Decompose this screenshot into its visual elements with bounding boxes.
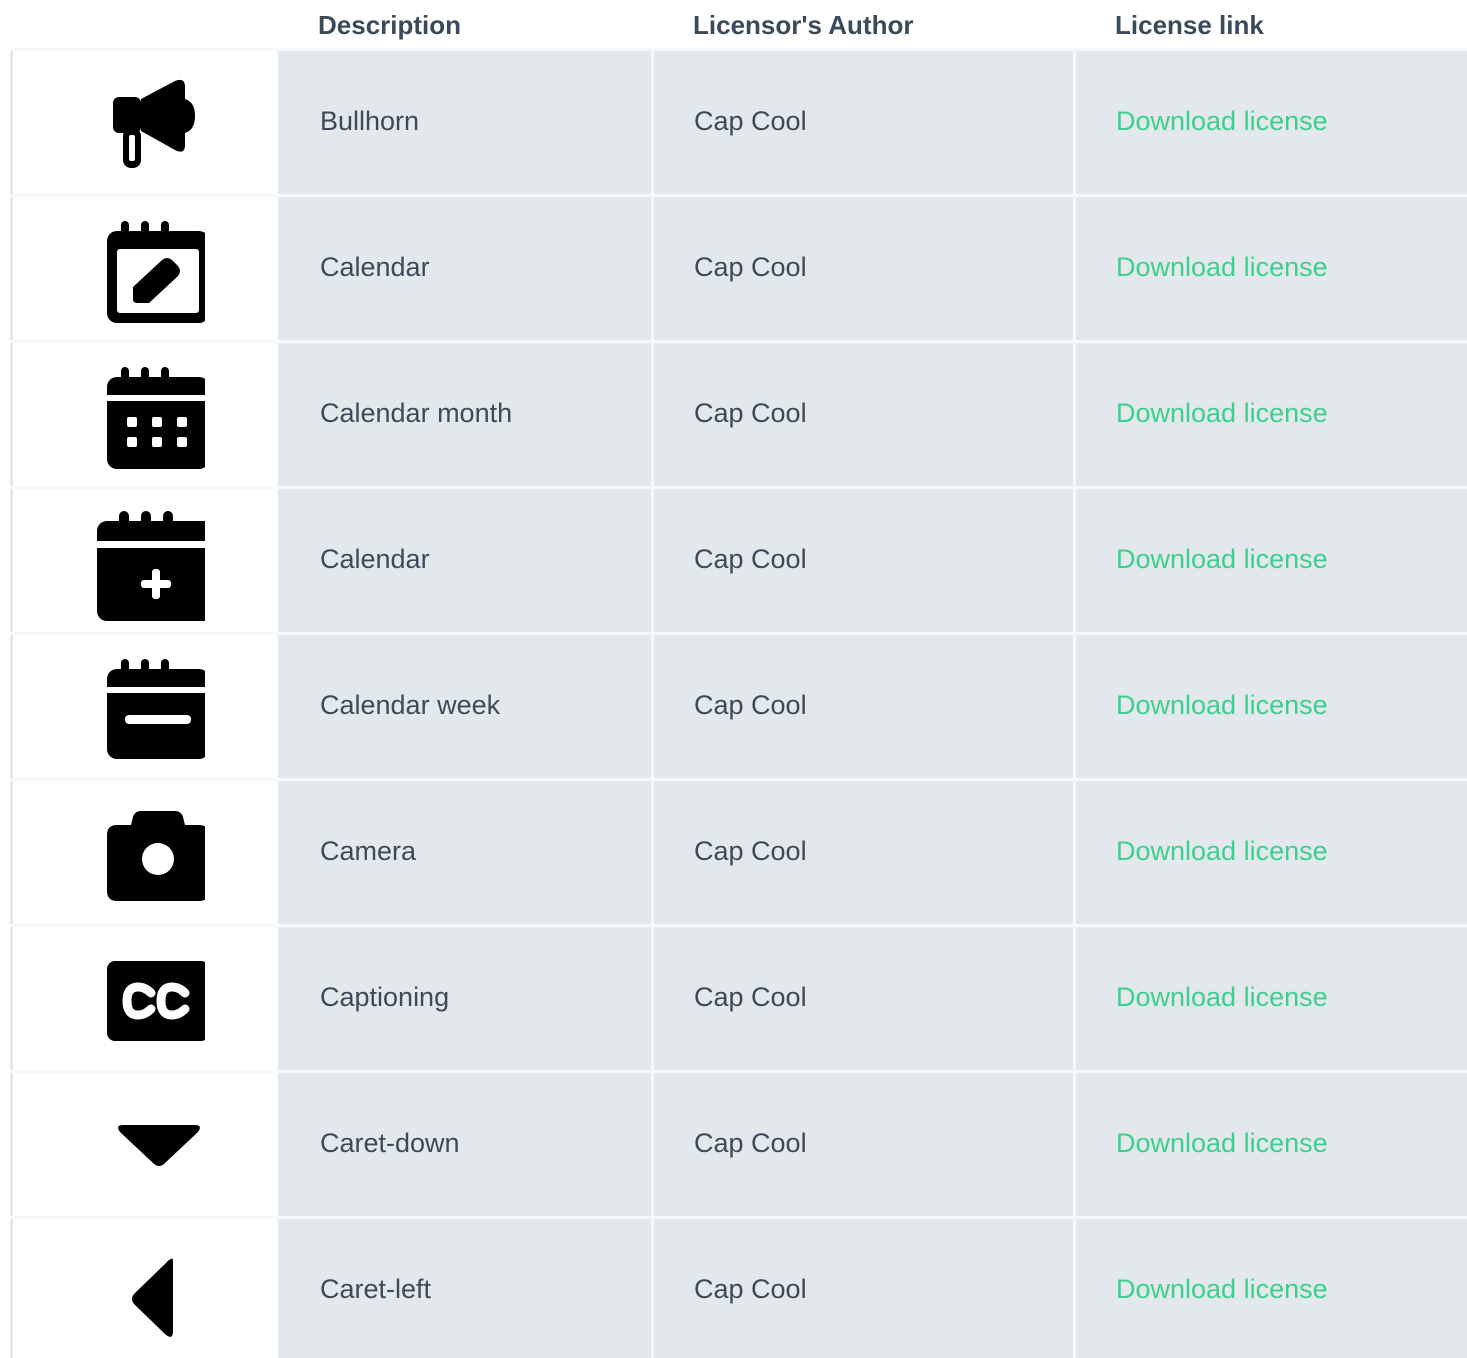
description-text: Captioning xyxy=(320,982,450,1012)
license-page: Description Licensor's Author License li… xyxy=(0,0,1467,1358)
author-text: Cap Cool xyxy=(694,106,807,136)
caret-down-icon xyxy=(85,1095,205,1205)
author-cell: Cap Cool xyxy=(654,51,1072,194)
description-text: Calendar week xyxy=(320,690,501,720)
description-cell: Calendar xyxy=(278,489,650,632)
calendar-month-icon xyxy=(85,365,205,475)
description-cell: Captioning xyxy=(278,927,650,1070)
author-text: Cap Cool xyxy=(694,1128,807,1158)
license-table: Bullhorn Cap Cool Download license Calen… xyxy=(10,48,1467,1358)
author-cell: Cap Cool xyxy=(654,197,1072,340)
column-header-description: Description xyxy=(318,10,462,40)
author-text: Cap Cool xyxy=(694,1274,807,1304)
author-cell: Cap Cool xyxy=(654,927,1072,1070)
bullhorn-icon xyxy=(85,73,205,183)
license-link-cell: Download license xyxy=(1076,51,1467,194)
download-license-link[interactable]: Download license xyxy=(1116,982,1328,1013)
author-text: Cap Cool xyxy=(694,982,807,1012)
table-header: Description Licensor's Author License li… xyxy=(0,0,1467,50)
license-link-cell: Download license xyxy=(1076,635,1467,778)
license-link-cell: Download license xyxy=(1076,1073,1467,1216)
license-link-cell: Download license xyxy=(1076,343,1467,486)
license-link-cell: Download license xyxy=(1076,197,1467,340)
description-cell: Caret-left xyxy=(278,1219,650,1358)
license-link-cell: Download license xyxy=(1076,489,1467,632)
icon-cell xyxy=(13,489,277,632)
author-cell: Cap Cool xyxy=(654,343,1072,486)
icon-cell xyxy=(13,197,277,340)
author-text: Cap Cool xyxy=(694,252,807,282)
caret-left-icon xyxy=(85,1241,205,1351)
description-cell: Calendar xyxy=(278,197,650,340)
download-license-link[interactable]: Download license xyxy=(1116,1274,1328,1305)
author-cell: Cap Cool xyxy=(654,1073,1072,1216)
download-license-link[interactable]: Download license xyxy=(1116,398,1328,429)
table-row: Camera Cap Cool Download license xyxy=(10,778,1467,924)
table-row: Captioning Cap Cool Download license xyxy=(10,924,1467,1070)
author-text: Cap Cool xyxy=(694,690,807,720)
author-text: Cap Cool xyxy=(694,836,807,866)
calendar-plus-icon xyxy=(85,511,205,621)
description-cell: Calendar month xyxy=(278,343,650,486)
icon-cell xyxy=(13,343,277,486)
license-link-cell: Download license xyxy=(1076,927,1467,1070)
download-license-link[interactable]: Download license xyxy=(1116,106,1328,137)
column-header-license-link: License link xyxy=(1115,10,1264,40)
license-link-cell: Download license xyxy=(1076,781,1467,924)
table-row: Calendar Cap Cool Download license xyxy=(10,194,1467,340)
icon-cell xyxy=(13,1073,277,1216)
author-text: Cap Cool xyxy=(694,544,807,574)
calendar-week-icon xyxy=(85,657,205,767)
description-cell: Bullhorn xyxy=(278,51,650,194)
description-text: Bullhorn xyxy=(320,106,420,136)
table-row: Caret-left Cap Cool Download license xyxy=(10,1216,1467,1358)
author-text: Cap Cool xyxy=(694,398,807,428)
license-link-cell: Download license xyxy=(1076,1219,1467,1358)
author-cell: Cap Cool xyxy=(654,781,1072,924)
description-text: Calendar month xyxy=(320,398,513,428)
table-row: Calendar Cap Cool Download license xyxy=(10,486,1467,632)
calendar-edit-icon xyxy=(85,219,205,329)
author-cell: Cap Cool xyxy=(654,489,1072,632)
author-cell: Cap Cool xyxy=(654,1219,1072,1358)
column-header-author: Licensor's Author xyxy=(693,10,914,40)
description-cell: Camera xyxy=(278,781,650,924)
author-cell: Cap Cool xyxy=(654,635,1072,778)
download-license-link[interactable]: Download license xyxy=(1116,1128,1328,1159)
description-text: Caret-down xyxy=(320,1128,460,1158)
table-row: Calendar week Cap Cool Download license xyxy=(10,632,1467,778)
icon-cell xyxy=(13,635,277,778)
icon-cell xyxy=(13,51,277,194)
icon-cell xyxy=(13,781,277,924)
download-license-link[interactable]: Download license xyxy=(1116,252,1328,283)
captioning-icon xyxy=(85,949,205,1059)
download-license-link[interactable]: Download license xyxy=(1116,690,1328,721)
table-row: Calendar month Cap Cool Download license xyxy=(10,340,1467,486)
camera-icon xyxy=(85,803,205,913)
table-row: Bullhorn Cap Cool Download license xyxy=(10,48,1467,194)
download-license-link[interactable]: Download license xyxy=(1116,544,1328,575)
icon-cell xyxy=(13,927,277,1070)
icon-cell xyxy=(13,1219,277,1358)
description-text: Calendar xyxy=(320,544,430,574)
description-cell: Calendar week xyxy=(278,635,650,778)
description-text: Calendar xyxy=(320,252,430,282)
description-cell: Caret-down xyxy=(278,1073,650,1216)
description-text: Caret-left xyxy=(320,1274,432,1304)
description-text: Camera xyxy=(320,836,417,866)
table-row: Caret-down Cap Cool Download license xyxy=(10,1070,1467,1216)
download-license-link[interactable]: Download license xyxy=(1116,836,1328,867)
